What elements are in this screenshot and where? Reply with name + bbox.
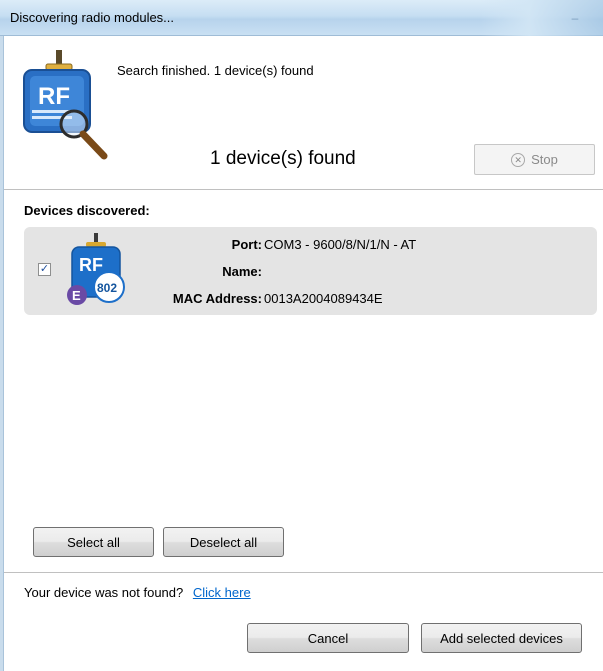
not-found-row: Your device was not found? Click here xyxy=(24,585,251,600)
device-item[interactable]: ✓ RF 802 E Port: COM3 - 9600/8/N/1/N - A… xyxy=(24,227,597,315)
deselect-all-button[interactable]: Deselect all xyxy=(163,527,284,557)
title-bar-glow xyxy=(480,0,603,36)
devices-section-title: Devices discovered: xyxy=(24,203,150,218)
not-found-text: Your device was not found? xyxy=(24,585,184,600)
rf-search-icon: RF xyxy=(23,50,108,160)
select-all-label: Select all xyxy=(67,534,120,550)
title-bar: Discovering radio modules... – xyxy=(0,0,603,36)
port-label: Port: xyxy=(231,237,262,252)
window-frame-left xyxy=(0,36,4,671)
rf-802-device-icon: RF 802 E xyxy=(67,233,125,305)
svg-text:RF: RF xyxy=(38,83,70,110)
select-all-button[interactable]: Select all xyxy=(33,527,154,557)
found-count-label: 1 device(s) found xyxy=(210,148,356,169)
svg-text:RF: RF xyxy=(79,255,103,275)
deselect-all-label: Deselect all xyxy=(189,534,258,550)
add-selected-devices-button[interactable]: Add selected devices xyxy=(421,623,582,653)
svg-text:802: 802 xyxy=(97,281,117,295)
cancel-label: Cancel xyxy=(307,630,349,646)
stop-button-label: Stop xyxy=(531,152,558,167)
port-value: COM3 - 9600/8/N/1/N - AT xyxy=(264,237,417,252)
mac-address-value: 0013A2004089434E xyxy=(264,291,383,306)
footer-divider xyxy=(4,572,603,573)
add-selected-devices-label: Add selected devices xyxy=(440,630,563,646)
mac-address-label: MAC Address: xyxy=(172,291,262,306)
device-checkbox[interactable]: ✓ xyxy=(38,263,51,276)
svg-text:E: E xyxy=(72,288,81,303)
search-status-message: Search finished. 1 device(s) found xyxy=(117,63,314,78)
window-title: Discovering radio modules... xyxy=(10,10,175,25)
stop-button[interactable]: ✕ Stop xyxy=(474,144,595,175)
name-label: Name: xyxy=(222,264,262,279)
minimize-icon[interactable]: – xyxy=(568,12,582,24)
cancel-button[interactable]: Cancel xyxy=(247,623,409,653)
header-divider xyxy=(4,189,603,190)
stop-icon: ✕ xyxy=(511,152,526,167)
click-here-link[interactable]: Click here xyxy=(193,585,251,600)
